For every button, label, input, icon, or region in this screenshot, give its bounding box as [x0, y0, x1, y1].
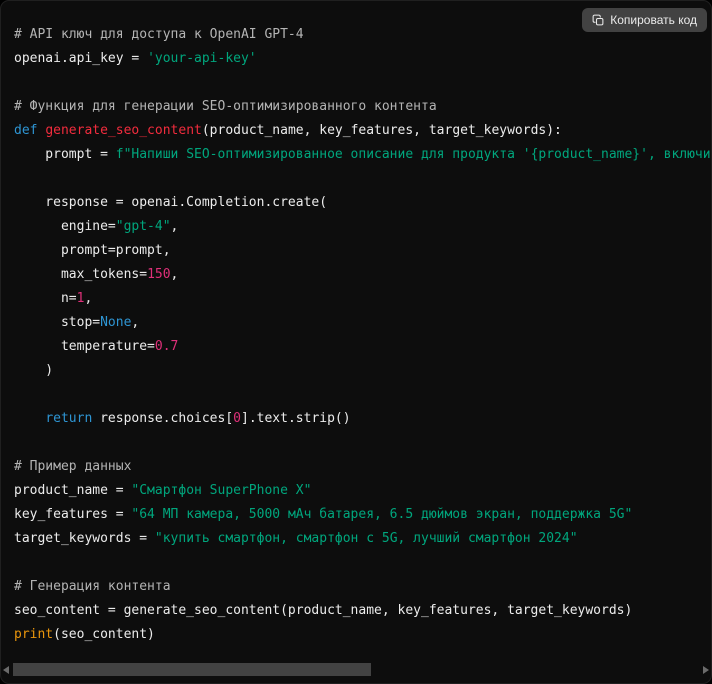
code-line: # Функция для генерации SEO-оптимизирова…: [14, 95, 711, 119]
code-line: stop=None,: [14, 311, 711, 335]
scrollbar-thumb[interactable]: [13, 663, 371, 676]
code-line: product_name = "Смартфон SuperPhone X": [14, 479, 711, 503]
code-lines: # API ключ для доступа к OpenAI GPT-4ope…: [14, 23, 711, 647]
scroll-right-arrow-icon[interactable]: [703, 666, 709, 674]
copy-code-label: Копировать код: [610, 13, 697, 27]
code-line: [14, 71, 711, 95]
code-line: temperature=0.7: [14, 335, 711, 359]
code-line: n=1,: [14, 287, 711, 311]
code-line: key_features = "64 МП камера, 5000 мАч б…: [14, 503, 711, 527]
code-line: engine="gpt-4",: [14, 215, 711, 239]
code-line: print(seo_content): [14, 623, 711, 647]
code-line: target_keywords = "купить смартфон, смар…: [14, 527, 711, 551]
code-line: [14, 431, 711, 455]
code-line: prompt=prompt,: [14, 239, 711, 263]
scroll-left-arrow-icon[interactable]: [3, 666, 9, 674]
code-line: response = openai.Completion.create(: [14, 191, 711, 215]
code-line: [14, 551, 711, 575]
code-line: return response.choices[0].text.strip(): [14, 407, 711, 431]
code-line: max_tokens=150,: [14, 263, 711, 287]
horizontal-scrollbar[interactable]: [1, 662, 711, 678]
code-line: openai.api_key = 'your-api-key': [14, 47, 711, 71]
copy-code-button[interactable]: Копировать код: [582, 8, 707, 32]
copy-icon: [592, 14, 604, 26]
code-line: # Генерация контента: [14, 575, 711, 599]
code-line: [14, 167, 711, 191]
code-line: prompt = f"Напиши SEO-оптимизированное о…: [14, 143, 711, 167]
code-content: # API ключ для доступа к OpenAI GPT-4ope…: [14, 1, 711, 647]
code-line: ): [14, 359, 711, 383]
code-line: # Пример данных: [14, 455, 711, 479]
code-line: [14, 383, 711, 407]
code-block: Копировать код # API ключ для доступа к …: [0, 0, 712, 684]
code-line: seo_content = generate_seo_content(produ…: [14, 599, 711, 623]
code-line: def generate_seo_content(product_name, k…: [14, 119, 711, 143]
